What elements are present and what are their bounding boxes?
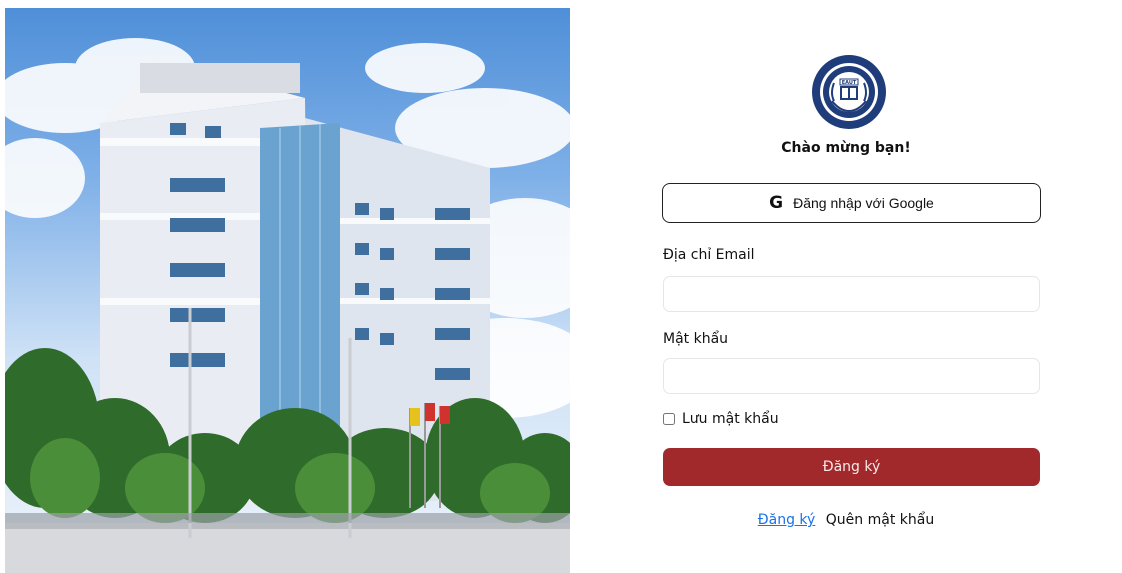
university-logo: EAUT: [812, 55, 886, 129]
register-link[interactable]: Đăng ký: [758, 512, 816, 528]
campus-building-illustration: [5, 38, 570, 573]
remember-password-label: Lưu mật khẩu: [682, 411, 779, 427]
welcome-heading: Chào mừng bạn!: [781, 140, 911, 156]
submit-button[interactable]: Đăng ký: [663, 448, 1040, 486]
google-icon: G: [769, 193, 784, 213]
email-input[interactable]: [663, 276, 1040, 312]
email-label: Địa chỉ Email: [663, 247, 755, 263]
forgot-password-link[interactable]: Quên mật khẩu: [826, 512, 934, 528]
google-login-button[interactable]: G Đăng nhập với Google: [662, 183, 1041, 223]
login-panel: EAUT Chào mừng bạn! G Đăng nhập với Goog…: [570, 0, 1122, 573]
password-input[interactable]: [663, 358, 1040, 394]
campus-photo: [5, 8, 570, 573]
remember-password-checkbox[interactable]: [663, 413, 675, 425]
google-login-label: Đăng nhập với Google: [793, 195, 934, 211]
svg-text:EAUT: EAUT: [842, 80, 857, 86]
password-label: Mật khẩu: [663, 331, 729, 347]
auth-links: Đăng ký Quên mật khẩu: [570, 512, 1122, 528]
remember-password[interactable]: Lưu mật khẩu: [663, 411, 779, 427]
